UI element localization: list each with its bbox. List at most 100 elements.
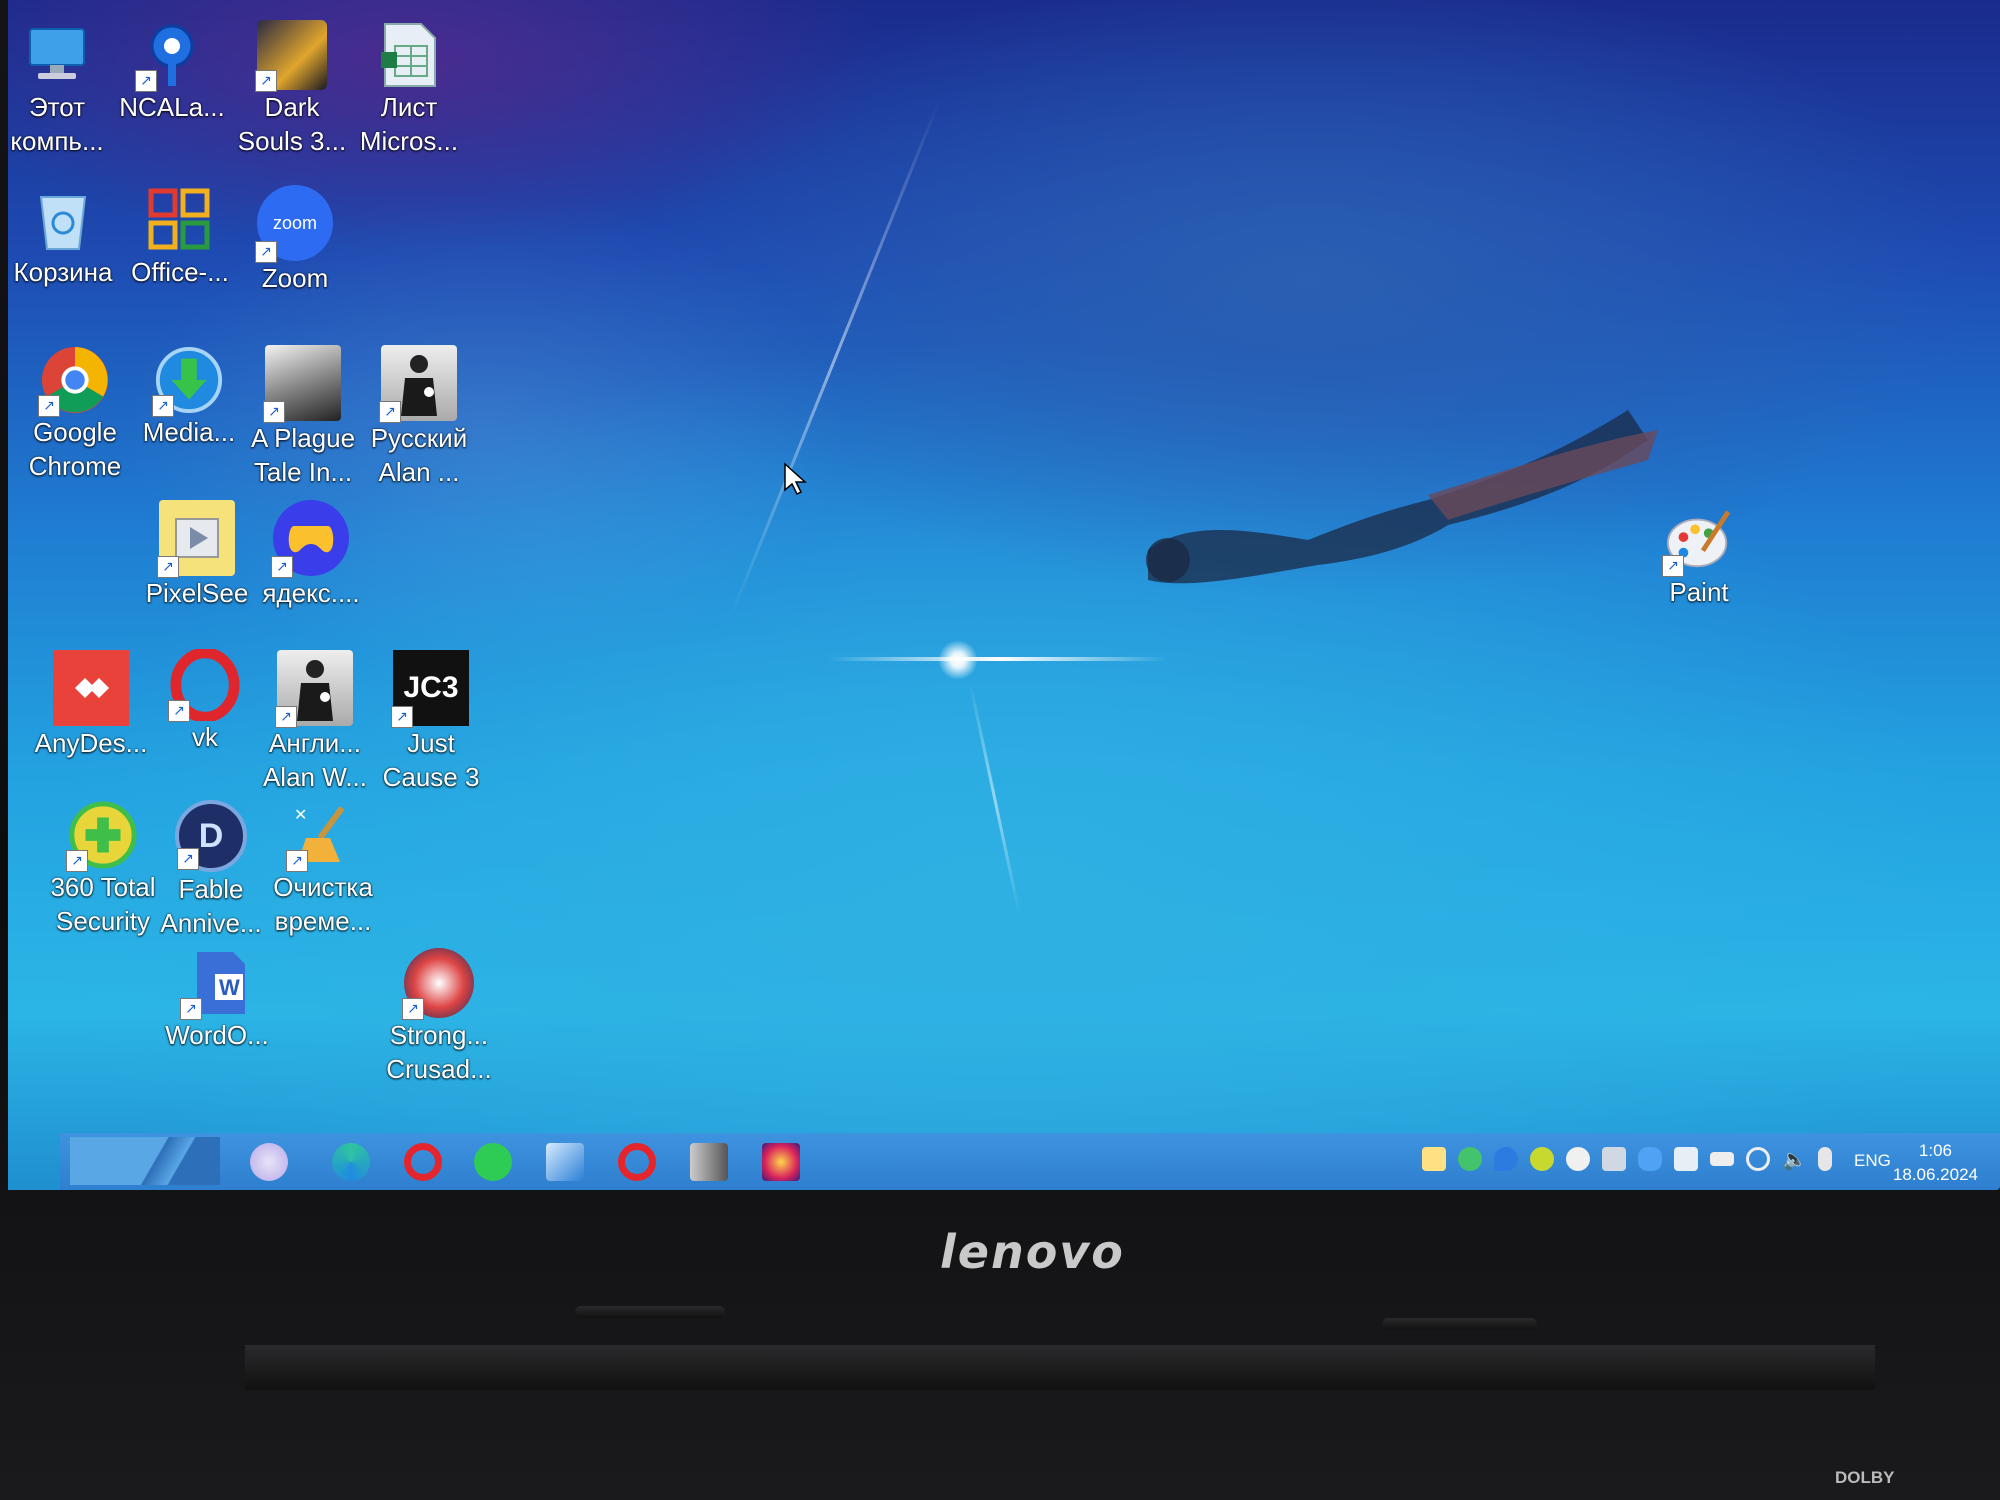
trash-icon (28, 185, 98, 255)
icon-label: Paint (1669, 577, 1729, 607)
tray-note-icon[interactable] (1422, 1147, 1446, 1171)
icon-label: време... (274, 906, 372, 936)
jc3-logo-icon: JC3 ↗ (391, 650, 469, 728)
paint-icon[interactable]: ↗ Paint (1640, 505, 1758, 609)
yandex-games-icon[interactable]: ↗ ядекс.... (252, 500, 370, 610)
start-button[interactable] (70, 1137, 220, 1185)
language-indicator[interactable]: ENG (1854, 1151, 1891, 1171)
fable-logo-text: D (198, 816, 224, 855)
mouse-cursor-icon (784, 462, 807, 496)
icon-label: Security (56, 906, 150, 936)
tray-360-icon[interactable] (1530, 1147, 1554, 1171)
shortcut-arrow-icon: ↗ (391, 706, 413, 728)
tray-bluetooth-icon[interactable] (1638, 1147, 1662, 1171)
360-security-icon[interactable]: ↗ 360 Total Security (44, 800, 162, 938)
hinge (575, 1306, 725, 1318)
icon-label: Zoom (261, 263, 329, 293)
alan-wake-ru-icon[interactable]: ↗ Русский Alan ... (360, 345, 478, 489)
light-ray (968, 679, 1021, 916)
edge-icon[interactable] (332, 1143, 370, 1181)
icon-label: Русский (370, 423, 468, 453)
office-icon[interactable]: Office-... (121, 185, 239, 289)
shortcut-arrow-icon: ↗ (1662, 555, 1684, 577)
tray-display-icon[interactable] (1602, 1147, 1626, 1171)
battery-icon[interactable] (1710, 1152, 1734, 1166)
opera-icon[interactable] (404, 1143, 442, 1181)
palette-icon: ↗ (1662, 505, 1734, 577)
shortcut-arrow-icon: ↗ (180, 998, 202, 1020)
vk-icon[interactable]: ↗ vk (146, 649, 264, 754)
globe-icon[interactable] (1746, 1147, 1770, 1171)
anydesk-icon[interactable]: AnyDes... (32, 650, 150, 760)
lens-flare (828, 657, 1168, 661)
icon-label: Этот (28, 92, 86, 122)
broom-icon: ✕ ↗ (286, 800, 358, 872)
icon-label: Корзина (13, 257, 113, 287)
icon-label: Alan W... (262, 762, 368, 792)
shortcut-arrow-icon: ↗ (271, 556, 293, 578)
shortcut-arrow-icon: ↗ (152, 395, 174, 417)
spreadsheet-icon (374, 20, 444, 90)
tray-network-app-icon[interactable] (1458, 1147, 1482, 1171)
game-art-icon: ↗ (275, 650, 353, 728)
icon-label: компь... (10, 126, 104, 156)
microphone-icon[interactable] (1818, 1147, 1832, 1171)
stronghold-icon[interactable]: ↗ Strong... Crusad... (380, 948, 498, 1086)
anydesk-logo-icon (53, 650, 129, 726)
just-cause-icon[interactable]: JC3 ↗ Just Cause 3 (372, 650, 490, 794)
clock[interactable]: 1:06 18.06.2024 (1893, 1139, 1978, 1187)
monitor-icon (22, 20, 92, 90)
shortcut-arrow-icon: ↗ (255, 241, 277, 263)
zoom-logo-text: zoom (272, 212, 317, 233)
burst-app-icon[interactable] (762, 1143, 800, 1181)
keyboard-base (245, 1345, 1875, 1390)
icon-label: Google (33, 417, 117, 447)
typora-icon[interactable] (690, 1143, 728, 1181)
chrome-logo-icon: ↗ (38, 345, 110, 417)
icon-label: Media... (142, 417, 236, 447)
media-icon[interactable]: ↗ Media... (130, 345, 248, 449)
zoom-logo-icon: zoom ↗ (255, 185, 333, 263)
wordo-icon[interactable]: W ↗ WordO... (158, 948, 276, 1052)
icon-label: Micros... (359, 126, 459, 156)
icon-label: Office-... (131, 257, 229, 287)
opera-gx-icon[interactable] (618, 1143, 656, 1181)
plague-tale-icon[interactable]: ↗ A Plague Tale In... (244, 345, 362, 489)
icon-label: A Plague (250, 423, 356, 453)
gamepad-icon: ↗ (271, 500, 349, 578)
this-pc-icon[interactable]: Этот компь... (8, 20, 116, 158)
pixelsee-icon[interactable]: ↗ PixelSee (138, 500, 256, 610)
tray-security-icon[interactable] (1674, 1147, 1698, 1171)
shortcut-arrow-icon: ↗ (402, 998, 424, 1020)
taskbar: 🔈 ENG 1:06 18.06.2024 (60, 1133, 2000, 1190)
taskbar-app-circle-icon[interactable] (250, 1143, 288, 1181)
whatsapp-icon[interactable] (474, 1143, 512, 1181)
game-art-icon: ↗ (379, 345, 457, 423)
recycle-bin-icon[interactable]: Корзина (8, 185, 122, 289)
chrome-icon[interactable]: ↗ Google Chrome (16, 345, 134, 483)
shortcut-arrow-icon: ↗ (38, 395, 60, 417)
swimmer-wallpaper (1146, 410, 1658, 584)
fable-icon[interactable]: D ↗ Fable Annive... (152, 800, 270, 940)
word-doc-icon: W ↗ (180, 948, 252, 1020)
opera-logo-icon: ↗ (168, 649, 240, 722)
icon-label: vk (192, 722, 218, 752)
tools-icon[interactable] (546, 1143, 584, 1181)
tray-yandex-icon[interactable] (1566, 1147, 1590, 1171)
desktop-screen: Этот компь... ↗ NCALa... ↗ Dark Souls 3.… (8, 0, 2000, 1190)
dark-souls-icon[interactable]: ↗ Dark Souls 3... (233, 20, 351, 158)
icon-label: Souls 3... (237, 126, 347, 156)
icon-label: PixelSee (145, 578, 249, 608)
icon-label: Just (407, 728, 455, 758)
zoom-icon[interactable]: zoom ↗ Zoom (236, 185, 354, 295)
excel-sheet-icon[interactable]: Лист Micros... (350, 20, 468, 158)
light-ray (728, 99, 941, 620)
icon-label: Англи... (269, 728, 361, 758)
tray-key-icon[interactable] (1494, 1147, 1518, 1171)
word-letter-text: W (219, 975, 240, 1000)
volume-icon[interactable]: 🔈 (1782, 1147, 1807, 1171)
cleanup-icon[interactable]: ✕ ↗ Очистка време... (264, 800, 382, 938)
ncalayer-icon[interactable]: ↗ NCALa... (113, 20, 231, 124)
shortcut-arrow-icon: ↗ (66, 850, 88, 872)
alan-wake-en-icon[interactable]: ↗ Англи... Alan W... (256, 650, 374, 794)
